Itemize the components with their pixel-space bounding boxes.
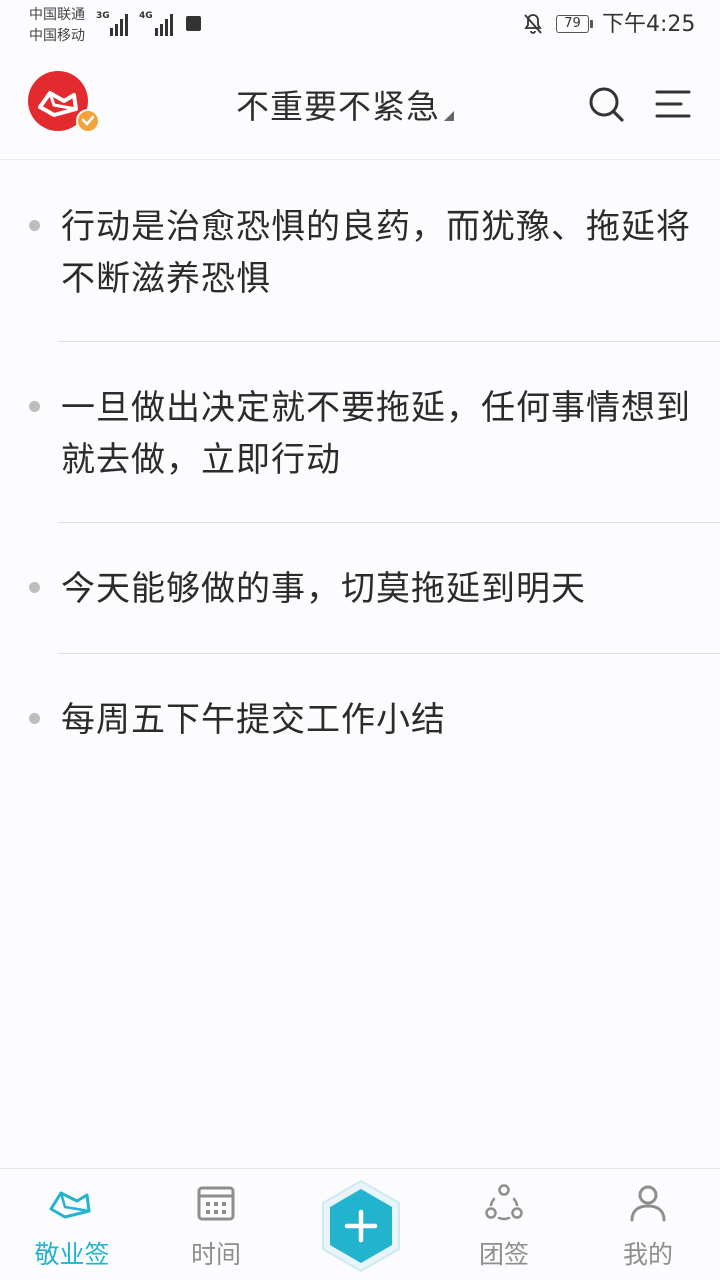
battery-indicator: 79 [556,15,589,33]
category-dropdown[interactable]: 不重要不紧急 [236,82,454,126]
carrier-1: 中国联通 [29,7,85,23]
bullet-dot-icon [29,401,40,412]
app-logo-icon[interactable] [28,71,100,133]
signal-bars-icon [155,14,173,36]
search-icon[interactable] [587,85,625,123]
list-item[interactable]: 今天能够做的事，切莫拖延到明天 [0,523,720,654]
signal-4g: 4G [139,10,179,36]
notes-list: 行动是治愈恐惧的良药，而犹豫、拖延将不断滋养恐惧 一旦做出决定就不要拖延，任何事… [0,161,720,785]
nav-item-time[interactable]: 时间 [156,1169,276,1280]
carrier-info: 中国联通 中国移动 [29,5,85,47]
bullet-dot-icon [29,713,40,724]
battery-tip [590,20,593,28]
note-text: 一旦做出决定就不要拖延，任何事情想到就去做，立即行动 [61,388,691,480]
page-title: 不重要不紧急 [236,87,440,126]
status-time: 下午4:25 [602,12,696,37]
nav-label: 时间 [190,1240,241,1269]
bell-muted-icon [524,14,542,34]
nav-label: 团签 [478,1240,529,1269]
profile-icon [630,1185,666,1222]
nav-item-notes[interactable]: 敬业签 [12,1169,132,1280]
network-3g-label: 3G [96,11,110,21]
bullet-dot-icon [29,582,40,593]
carrier-2: 中国移动 [29,28,85,44]
nav-label: 我的 [622,1240,673,1269]
add-note-button[interactable] [320,1179,402,1273]
calendar-icon [197,1186,235,1221]
nav-label: 敬业签 [34,1240,110,1269]
signal-3g: 3G [96,10,132,36]
app-header: 不重要不紧急 [0,50,720,160]
list-item[interactable]: 行动是治愈恐惧的良药，而犹豫、拖延将不断滋养恐惧 [0,161,720,342]
app-screen: 中国联通 中国移动 3G 4G 79 下午4:25 不重要不紧急 行动是治愈恐惧… [0,0,720,1280]
note-text: 今天能够做的事，切莫拖延到明天 [61,569,586,609]
bottom-nav: 敬业签 时间 团签 我的 [0,1168,720,1280]
notes-icon [49,1191,91,1219]
list-item[interactable]: 一旦做出决定就不要拖延，任何事情想到就去做，立即行动 [0,342,720,523]
notification-square-icon [186,16,201,31]
note-text: 行动是治愈恐惧的良药，而犹豫、拖延将不断滋养恐惧 [61,207,691,299]
network-4g-label: 4G [139,11,153,21]
signal-bars-icon [110,14,128,36]
status-bar: 中国联通 中国移动 3G 4G 79 下午4:25 [0,0,720,50]
menu-icon[interactable] [655,86,691,122]
list-item[interactable]: 每周五下午提交工作小结 [0,654,720,785]
bullet-dot-icon [29,220,40,231]
note-text: 每周五下午提交工作小结 [61,700,446,740]
nav-item-profile[interactable]: 我的 [588,1169,708,1280]
dropdown-caret-icon [444,111,454,121]
team-icon [485,1184,523,1221]
nav-item-team[interactable]: 团签 [444,1169,564,1280]
